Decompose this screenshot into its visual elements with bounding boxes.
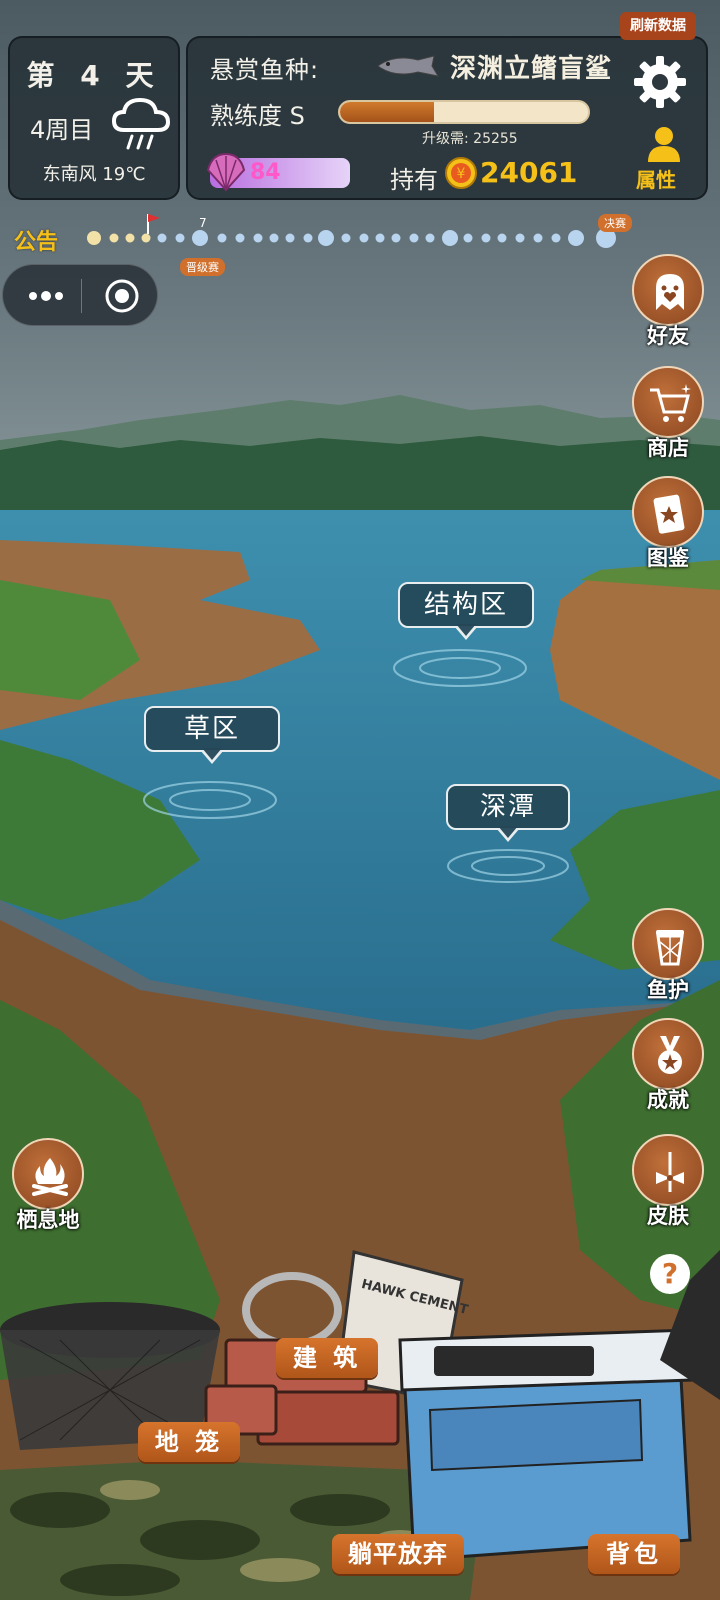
track-node [253, 233, 263, 243]
skin-button[interactable]: 皮肤 [628, 1134, 708, 1234]
achievement-label: 成就 [647, 1088, 689, 1112]
card-star-icon [653, 494, 685, 534]
skin-label: 皮肤 [647, 1204, 689, 1228]
skin-button-circle [632, 1134, 704, 1206]
track-node [341, 233, 351, 243]
fish-net-basket-icon [656, 930, 684, 966]
shop-button[interactable]: 商店 [628, 366, 708, 466]
atlas-button-circle [632, 476, 704, 548]
person-icon[interactable] [644, 124, 684, 164]
track-node [141, 233, 151, 243]
backpack-button[interactable]: 背包 [588, 1534, 680, 1574]
friends-label: 好友 [647, 324, 689, 348]
track-node [442, 230, 458, 246]
coin-count: 24061 [480, 156, 578, 189]
bounty-panel: 悬赏鱼种: 深渊立鳍盲鲨 熟练度 S 升级需: 25255 84 持有 ¥ 24… [186, 12, 708, 200]
bounty-fish-name: 深渊立鳍盲鲨 [450, 54, 613, 84]
campfire-icon [32, 1158, 68, 1196]
refresh-data-button[interactable]: 刷新数据 [620, 12, 696, 40]
cart-icon [650, 384, 691, 422]
track-node [533, 233, 543, 243]
cage-button[interactable]: 地 笼 [138, 1422, 240, 1462]
ghost-heart-icon [656, 274, 684, 310]
track-node [481, 233, 491, 243]
day-status-panel: 第 4 天 4周目 东南风 19℃ [8, 36, 180, 200]
friends-button[interactable]: 好友 [628, 254, 708, 354]
achievement-button-circle [632, 1018, 704, 1090]
zone-grass[interactable]: 草区 [144, 706, 280, 764]
week-counter: 4周目 [30, 116, 94, 144]
zone-deep-pool[interactable]: 深潭 [446, 784, 570, 842]
fish-protect-label: 鱼护 [647, 978, 689, 1002]
track-node [87, 231, 101, 245]
track-node [551, 233, 561, 243]
mini-program-capsule [2, 264, 158, 326]
achievement-button[interactable]: 成就 [628, 1018, 708, 1118]
friends-button-circle [632, 254, 704, 326]
track-node [285, 233, 295, 243]
hold-label: 持有 [390, 166, 438, 194]
shop-label: 商店 [647, 436, 689, 460]
more-dots-icon[interactable] [21, 281, 71, 311]
fish-protect-button[interactable]: 鱼护 [628, 908, 708, 1008]
track-node [125, 233, 135, 243]
track-node [318, 230, 334, 246]
track-node [515, 233, 525, 243]
capsule-divider [81, 279, 82, 313]
promotion-match-tag: 晋级赛 [180, 258, 225, 276]
track-node [192, 230, 208, 246]
wind-temperature: 东南风 19℃ [42, 164, 146, 185]
build-button[interactable]: 建 筑 [276, 1338, 378, 1378]
proficiency-label: 熟练度 S [210, 102, 305, 130]
track-milestone-label: 7 [199, 216, 207, 230]
track-node [109, 233, 119, 243]
track-node [157, 233, 167, 243]
gold-coin-icon: ¥ [445, 157, 477, 189]
final-match-tag: 决赛 [598, 214, 632, 232]
fish-protect-button-circle [632, 908, 704, 980]
habitat-button-circle [12, 1138, 84, 1210]
medal-icon [658, 1036, 682, 1074]
track-node [217, 233, 227, 243]
track-node [303, 233, 313, 243]
svg-text:¥: ¥ [457, 166, 466, 182]
zone-structure[interactable]: 结构区 [398, 582, 534, 640]
shell-count: 84 [250, 160, 281, 185]
track-node [497, 233, 507, 243]
bounty-fish-image [377, 55, 440, 77]
gear-icon[interactable] [632, 54, 688, 110]
proficiency-bar [338, 100, 590, 124]
track-node [359, 233, 369, 243]
atlas-label: 图鉴 [647, 546, 689, 570]
track-node [269, 233, 279, 243]
track-node [568, 230, 584, 246]
give-up-button[interactable]: 躺平放弃 [332, 1534, 464, 1574]
close-target-icon[interactable] [103, 277, 141, 315]
help-button[interactable]: ? [650, 1254, 690, 1294]
track-node [175, 233, 185, 243]
track-node [409, 233, 419, 243]
fishing-rod-icon [656, 1152, 684, 1192]
track-node [463, 233, 473, 243]
track-node [375, 233, 385, 243]
notice-button[interactable]: 公告 [14, 224, 58, 256]
pink-shell-icon [206, 152, 246, 192]
atlas-button[interactable]: 图鉴 [628, 476, 708, 576]
flag-icon [147, 214, 160, 234]
proficiency-bar-fill [340, 102, 435, 122]
attributes-button[interactable]: 属性 [636, 164, 676, 193]
habitat-button[interactable]: 栖息地 [8, 1138, 88, 1238]
track-node [235, 233, 245, 243]
track-node [425, 233, 435, 243]
day-counter: 第 4 天 [26, 59, 162, 92]
upgrade-requirement: 升级需: 25255 [422, 131, 518, 147]
track-node [391, 233, 401, 243]
habitat-label: 栖息地 [16, 1208, 80, 1232]
rain-cloud-icon [111, 97, 171, 150]
shop-button-circle [632, 366, 704, 438]
bounty-label: 悬赏鱼种: [210, 56, 320, 84]
